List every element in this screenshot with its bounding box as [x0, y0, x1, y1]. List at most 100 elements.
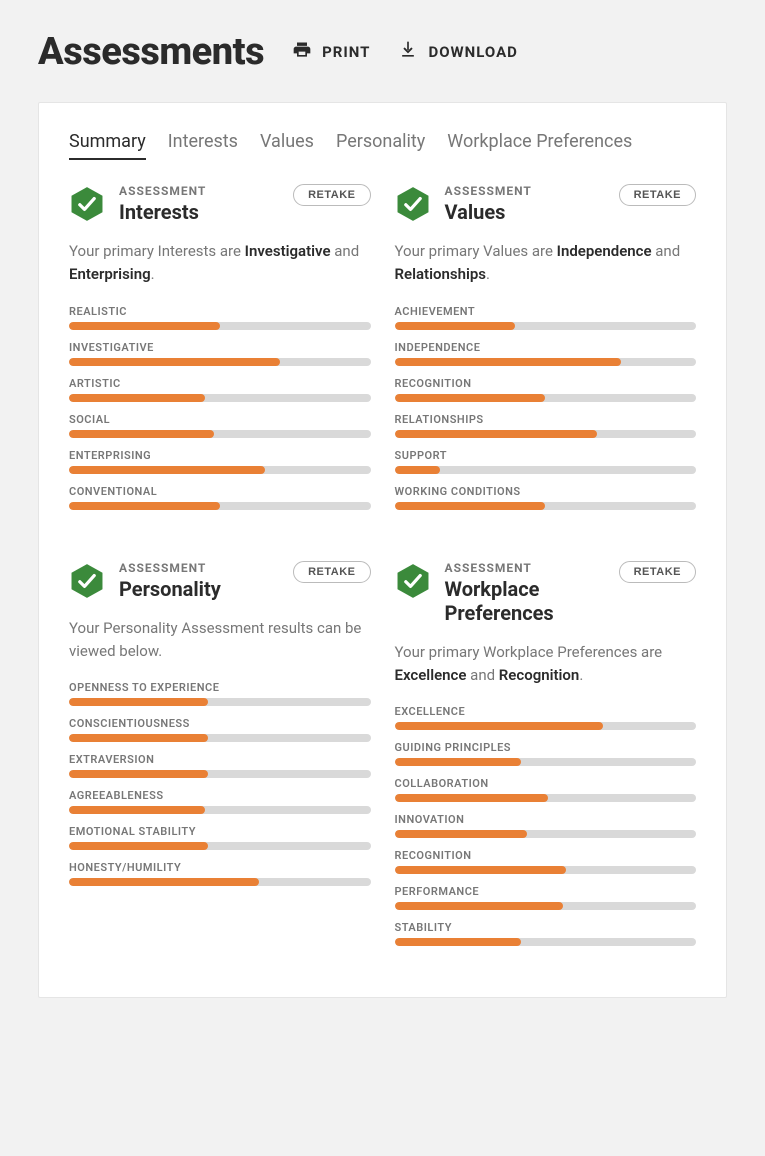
bar-row: STABILITY	[395, 921, 697, 946]
bar-track	[395, 902, 697, 910]
bar-fill	[395, 866, 567, 874]
bar-label: STABILITY	[395, 921, 697, 934]
bars-container: ACHIEVEMENT INDEPENDENCE RECOGNITION RELATI…	[395, 305, 697, 510]
check-hex-icon	[395, 186, 431, 222]
bar-label: AGREEABLENESS	[69, 789, 371, 802]
assessment-title: Personality	[119, 577, 279, 601]
assessment-description: Your primary Interests are Investigative…	[69, 240, 371, 287]
bar-label: SOCIAL	[69, 413, 371, 426]
assessment-values: ASSESSMENT Values RETAKE Your primary Va…	[395, 184, 697, 521]
assessment-title: Workplace Preferences	[445, 577, 605, 625]
bar-label: RECOGNITION	[395, 849, 697, 862]
retake-button[interactable]: RETAKE	[619, 184, 696, 206]
bar-track	[395, 722, 697, 730]
bar-track	[69, 770, 371, 778]
bar-label: ACHIEVEMENT	[395, 305, 697, 318]
bar-track	[395, 358, 697, 366]
bar-track	[69, 430, 371, 438]
bar-track	[395, 502, 697, 510]
bar-track	[69, 878, 371, 886]
tab-personality[interactable]: Personality	[336, 131, 425, 160]
check-hex-icon	[69, 186, 105, 222]
bar-label: EXTRAVERSION	[69, 753, 371, 766]
retake-button[interactable]: RETAKE	[619, 561, 696, 583]
bar-track	[69, 466, 371, 474]
bar-row: RECOGNITION	[395, 377, 697, 402]
print-label: PRINT	[322, 43, 370, 61]
download-button[interactable]: DOWNLOAD	[398, 40, 517, 64]
tabs: Summary Interests Values Personality Wor…	[69, 131, 696, 160]
bar-row: WORKING CONDITIONS	[395, 485, 697, 510]
bar-label: PERFORMANCE	[395, 885, 697, 898]
retake-button[interactable]: RETAKE	[293, 184, 370, 206]
bars-container: OPENNESS TO EXPERIENCE CONSCIENTIOUSNESS E…	[69, 681, 371, 886]
bar-label: INDEPENDENCE	[395, 341, 697, 354]
assessment-eyebrow: ASSESSMENT	[119, 561, 279, 575]
bar-track	[69, 842, 371, 850]
retake-button[interactable]: RETAKE	[293, 561, 370, 583]
bar-row: EMOTIONAL STABILITY	[69, 825, 371, 850]
bar-fill	[69, 770, 208, 778]
bar-row: INDEPENDENCE	[395, 341, 697, 366]
bar-label: INVESTIGATIVE	[69, 341, 371, 354]
bar-fill	[395, 722, 603, 730]
bar-row: REALISTIC	[69, 305, 371, 330]
bar-label: EXCELLENCE	[395, 705, 697, 718]
bar-track	[395, 830, 697, 838]
bar-row: RELATIONSHIPS	[395, 413, 697, 438]
bar-row: GUIDING PRINCIPLES	[395, 741, 697, 766]
bar-fill	[395, 758, 522, 766]
bar-fill	[395, 794, 549, 802]
bar-row: ENTERPRISING	[69, 449, 371, 474]
print-button[interactable]: PRINT	[292, 40, 370, 64]
bar-track	[395, 394, 697, 402]
bar-label: RELATIONSHIPS	[395, 413, 697, 426]
bar-fill	[69, 430, 214, 438]
bar-label: CONSCIENTIOUSNESS	[69, 717, 371, 730]
assessment-title: Values	[445, 200, 605, 224]
bar-row: SUPPORT	[395, 449, 697, 474]
bar-track	[395, 322, 697, 330]
print-icon	[292, 40, 312, 64]
bar-label: EMOTIONAL STABILITY	[69, 825, 371, 838]
bar-fill	[69, 734, 208, 742]
bar-track	[395, 938, 697, 946]
bar-fill	[395, 902, 564, 910]
bars-container: EXCELLENCE GUIDING PRINCIPLES COLLABORATIO…	[395, 705, 697, 946]
bar-track	[69, 806, 371, 814]
assessments-card: Summary Interests Values Personality Wor…	[38, 102, 727, 998]
bar-row: OPENNESS TO EXPERIENCE	[69, 681, 371, 706]
bar-fill	[69, 842, 208, 850]
bar-fill	[395, 830, 528, 838]
bar-row: CONVENTIONAL	[69, 485, 371, 510]
assessment-eyebrow: ASSESSMENT	[445, 561, 605, 575]
bar-track	[395, 466, 697, 474]
bar-fill	[69, 322, 220, 330]
bar-row: CONSCIENTIOUSNESS	[69, 717, 371, 742]
bar-row: HONESTY/HUMILITY	[69, 861, 371, 886]
bar-row: SOCIAL	[69, 413, 371, 438]
bar-row: COLLABORATION	[395, 777, 697, 802]
bar-label: OPENNESS TO EXPERIENCE	[69, 681, 371, 694]
download-icon	[398, 40, 418, 64]
bar-track	[395, 794, 697, 802]
page-header: Assessments PRINT DOWNLOAD	[38, 30, 727, 74]
bar-row: INVESTIGATIVE	[69, 341, 371, 366]
bar-label: INNOVATION	[395, 813, 697, 826]
bar-fill	[69, 502, 220, 510]
check-hex-icon	[69, 563, 105, 599]
bar-track	[69, 734, 371, 742]
bar-label: ENTERPRISING	[69, 449, 371, 462]
bar-fill	[395, 430, 597, 438]
bar-label: SUPPORT	[395, 449, 697, 462]
tab-interests[interactable]: Interests	[168, 131, 238, 160]
assessment-personality: ASSESSMENT Personality RETAKE Your Perso…	[69, 561, 371, 958]
bar-fill	[395, 394, 546, 402]
tab-summary[interactable]: Summary	[69, 131, 146, 160]
tab-values[interactable]: Values	[260, 131, 314, 160]
check-hex-icon	[395, 563, 431, 599]
bar-label: ARTISTIC	[69, 377, 371, 390]
tab-workplace-preferences[interactable]: Workplace Preferences	[447, 131, 632, 160]
download-label: DOWNLOAD	[428, 43, 517, 61]
bar-fill	[395, 938, 522, 946]
